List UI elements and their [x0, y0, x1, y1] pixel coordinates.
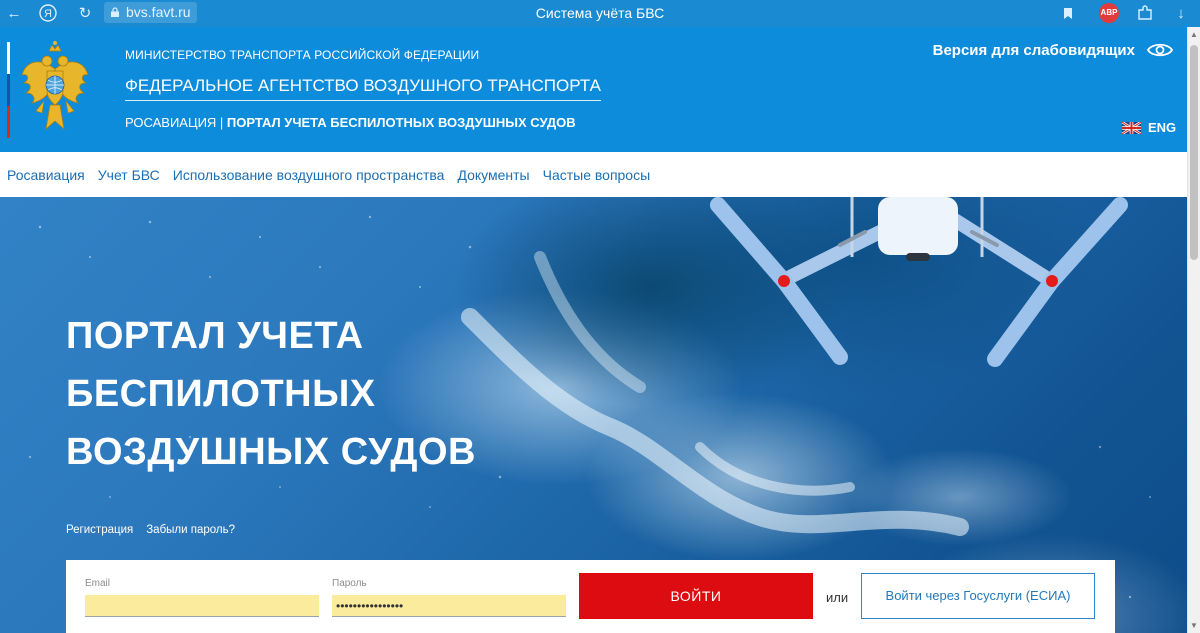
hero-title-line-3: ВОЗДУШНЫХ СУДОВ: [66, 431, 476, 473]
password-field[interactable]: [332, 595, 566, 617]
main-nav: Росавиация Учет БВС Использование воздуш…: [0, 152, 1187, 197]
lock-icon: [111, 7, 119, 17]
bookmark-icon[interactable]: [1058, 3, 1078, 23]
hero-title-line-1: ПОРТАЛ УЧЕТА: [66, 315, 364, 357]
forgot-password-link[interactable]: Забыли пароль?: [146, 524, 235, 536]
or-separator: или: [826, 590, 849, 605]
hero-title: ПОРТАЛ УЧЕТА БЕСПИЛОТНЫХ ВОЗДУШНЫХ СУДОВ: [66, 307, 526, 481]
scroll-up-icon[interactable]: ▲: [1190, 30, 1198, 39]
language-switch[interactable]: ENG: [1122, 120, 1176, 135]
browser-toolbar: ← Я ↻ bvs.favt.ru Система учёта БВС ABP …: [0, 0, 1200, 27]
nav-item-documents[interactable]: Документы: [457, 167, 529, 183]
language-label: ENG: [1148, 120, 1177, 135]
login-button[interactable]: ВОЙТИ: [579, 573, 813, 619]
extension-icon[interactable]: [1135, 3, 1155, 23]
adblock-icon[interactable]: ABP: [1099, 3, 1119, 23]
ministry-name: МИНИСТЕРСТВО ТРАНСПОРТА РОССИЙСКОЙ ФЕДЕР…: [125, 48, 480, 62]
coat-of-arms-icon[interactable]: [20, 39, 90, 139]
esia-login-button[interactable]: Войти через Госуслуги (ЕСИА): [861, 573, 1095, 619]
portal-name: ПОРТАЛ УЧЕТА БЕСПИЛОТНЫХ ВОЗДУШНЫХ СУДОВ: [226, 115, 576, 130]
email-field[interactable]: [85, 595, 319, 617]
auth-links: Регистрация Забыли пароль?: [66, 524, 235, 536]
email-field-group: Email: [85, 578, 319, 617]
agency-name[interactable]: ФЕДЕРАЛЬНОЕ АГЕНТСТВО ВОЗДУШНОГО ТРАНСПО…: [125, 76, 601, 101]
nav-item-faq[interactable]: Частые вопросы: [543, 167, 651, 183]
login-form: Email Пароль ВОЙТИ или Войти через Госус…: [66, 560, 1115, 633]
address-bar[interactable]: bvs.favt.ru: [104, 2, 197, 23]
eye-icon[interactable]: [1146, 40, 1174, 60]
nav-item-airspace-use[interactable]: Использование воздушного пространства: [173, 167, 445, 183]
email-label: Email: [85, 578, 111, 589]
password-label: Пароль: [332, 578, 367, 589]
portal-prefix[interactable]: РОСАВИАЦИЯ |: [125, 115, 227, 130]
yandex-icon[interactable]: Я: [38, 3, 58, 23]
register-link[interactable]: Регистрация: [66, 524, 133, 536]
password-field-group: Пароль: [332, 578, 566, 617]
url-text: bvs.favt.ru: [126, 4, 191, 20]
accessibility-link[interactable]: Версия для слабовидящих: [933, 42, 1135, 59]
hero-banner: ПОРТАЛ УЧЕТА БЕСПИЛОТНЫХ ВОЗДУШНЫХ СУДОВ…: [0, 197, 1187, 633]
uk-flag-icon: [1122, 121, 1141, 134]
nav-item-rosaviatsiya[interactable]: Росавиация: [7, 167, 85, 183]
drone-illustration: [710, 197, 1128, 367]
flag-stripe: [7, 42, 10, 138]
download-icon[interactable]: ↓: [1171, 3, 1191, 23]
nav-item-uav-registry[interactable]: Учет БВС: [98, 167, 160, 183]
portal-name-line: РОСАВИАЦИЯ | ПОРТАЛ УЧЕТА БЕСПИЛОТНЫХ ВО…: [125, 115, 576, 130]
back-arrow-icon[interactable]: ←: [4, 3, 24, 23]
site-header: МИНИСТЕРСТВО ТРАНСПОРТА РОССИЙСКОЙ ФЕДЕР…: [0, 27, 1187, 152]
svg-text:Я: Я: [44, 8, 52, 20]
scroll-down-icon[interactable]: ▼: [1190, 621, 1198, 630]
hero-title-line-2: БЕСПИЛОТНЫХ: [66, 373, 376, 415]
page-scrollbar[interactable]: ▲ ▼: [1187, 27, 1200, 633]
reload-icon[interactable]: ↻: [75, 3, 95, 23]
scroll-thumb[interactable]: [1190, 45, 1198, 260]
